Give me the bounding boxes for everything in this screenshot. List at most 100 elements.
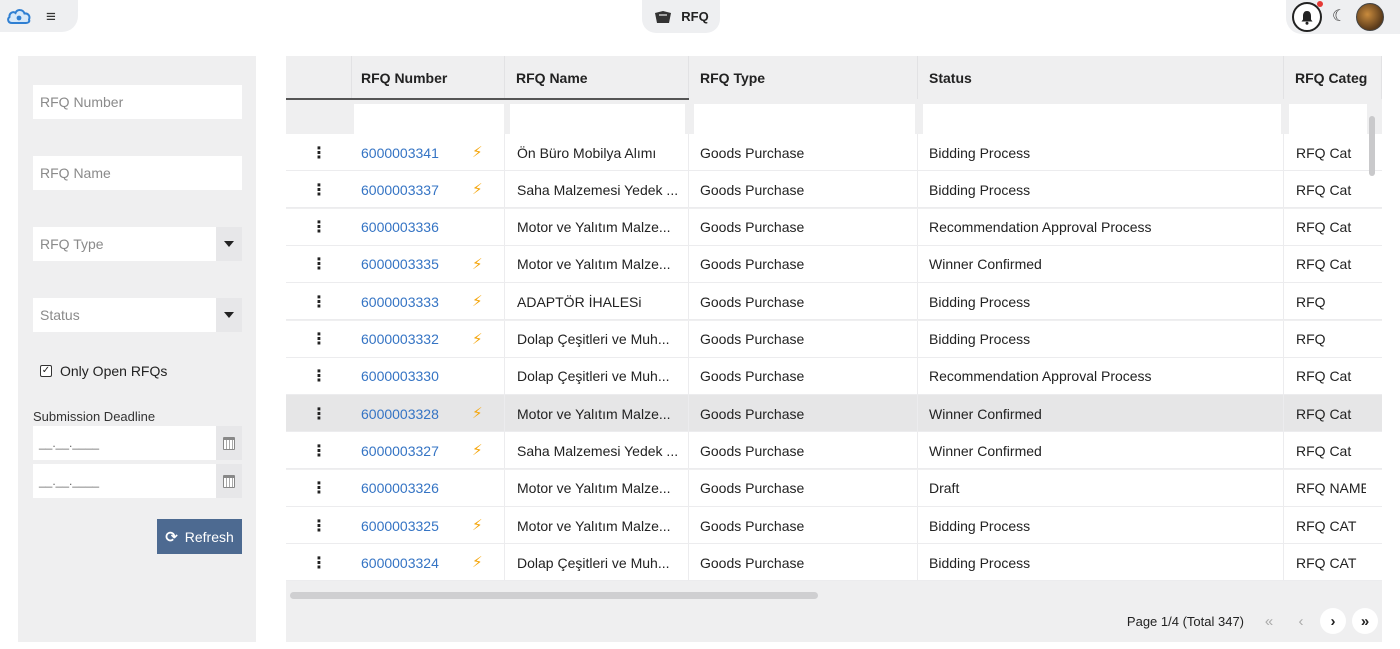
status-placeholder: Status [40,307,80,323]
rfq-category-column-filter[interactable] [1289,104,1367,138]
column-header-rfq-name[interactable]: RFQ Name [507,56,689,99]
column-header-rfq-type[interactable]: RFQ Type [691,56,918,99]
chevron-right-icon[interactable]: › [1320,608,1346,634]
lightning-bolt-icon: ⚡ [472,255,483,273]
status-dropdown-button[interactable] [216,298,242,332]
table-row[interactable]: ⋮ 6000003332 ⚡ Dolap Çeşitleri ve Muh... Goo… [286,320,1382,358]
row-actions-kebab-icon[interactable]: ⋮ [303,507,335,544]
status-cell: Recommendation Approval Process [920,357,1284,395]
calendar-button[interactable] [216,464,242,498]
status-select[interactable]: Status [33,298,242,332]
row-actions-kebab-icon[interactable]: ⋮ [303,470,335,507]
rfq-type-cell: Goods Purchase [691,469,918,507]
top-left-controls: ≡ [0,0,78,32]
row-actions-kebab-icon[interactable]: ⋮ [303,246,335,283]
rfq-number-link[interactable]: 6000003325 [361,518,439,534]
rfq-number-input[interactable]: RFQ Number [33,85,242,119]
rfq-number-column-filter[interactable] [354,104,504,138]
rfq-number-link[interactable]: 6000003336 [361,219,439,235]
row-actions-kebab-icon[interactable]: ⋮ [303,358,335,395]
vertical-scrollbar-thumb[interactable] [1369,116,1375,176]
rfq-type-column-filter[interactable] [694,104,915,138]
rfq-type-cell: Goods Purchase [691,134,918,171]
rfq-type-cell: Goods Purchase [691,395,918,433]
vertical-scrollbar[interactable] [1367,116,1377,576]
table-row[interactable]: ⋮ 6000003325 ⚡ Motor ve Yalıtım Malze... Goo… [286,507,1382,544]
rfq-number-link[interactable]: 6000003335 [361,256,439,272]
table-row[interactable]: ⋮ 6000003327 ⚡ Saha Malzemesi Yedek ... Good… [286,432,1382,470]
rfq-name-cell: Motor ve Yalıtım Malze... [507,208,689,246]
checkbox-checked-icon[interactable]: ✓ [40,365,52,377]
deadline-start-date-input[interactable]: __.__.____ [33,426,242,460]
avatar[interactable] [1356,3,1385,31]
table-row[interactable]: ⋮ 6000003326 Motor ve Yalıtım Malze... Good… [286,469,1382,507]
rfq-number-link[interactable]: 6000003327 [361,443,439,459]
lightning-bolt-icon: ⚡ [472,144,483,161]
rfq-number-link[interactable]: 6000003341 [361,145,439,161]
rfq-type-select[interactable]: RFQ Type [33,227,242,261]
rfq-category-cell: RFQ [1296,293,1326,310]
top-right-controls: ☾ [1286,0,1400,34]
table-row[interactable]: ⋮ 6000003330 Dolap Çeşitleri ve Muh... Good… [286,357,1382,395]
rfq-category-cell: RFQ Cat [1296,442,1352,459]
lightning-bolt-icon: ⚡ [472,181,483,199]
rfq-category-cell: RFQ Cat [1296,144,1352,161]
hamburger-menu-icon[interactable]: ≡ [46,8,56,25]
rfq-number-link[interactable]: 6000003330 [361,368,439,384]
rfq-category-cell: RFQ Cat [1296,219,1352,236]
rfq-name-cell: Motor ve Yalıtım Malze... [507,395,689,433]
row-actions-kebab-icon[interactable]: ⋮ [303,171,335,208]
row-actions-kebab-icon[interactable]: ⋮ [303,134,335,171]
column-header-status[interactable]: Status [920,56,1284,99]
column-header-rfq-number[interactable]: RFQ Number [352,56,505,99]
notifications-button[interactable] [1292,1,1323,32]
double-chevron-right-icon[interactable]: » [1352,608,1378,634]
row-actions-kebab-icon[interactable]: ⋮ [303,283,335,320]
only-open-rfqs-toggle[interactable]: ✓ Only Open RFQs [40,363,167,379]
double-chevron-left-icon[interactable]: « [1256,608,1282,634]
rfq-type-dropdown-button[interactable] [216,227,242,261]
row-actions-kebab-icon[interactable]: ⋮ [303,432,335,469]
row-actions-kebab-icon[interactable]: ⋮ [303,544,335,581]
status-cell: Bidding Process [920,283,1284,321]
status-cell: Bidding Process [920,320,1284,358]
chevron-left-icon[interactable]: ‹ [1288,608,1314,634]
filter-panel: RFQ Number RFQ Name RFQ Type Status ✓ On… [18,56,256,642]
column-header-rfq-category[interactable]: RFQ Categ [1286,56,1382,99]
table-row[interactable]: ⋮ 6000003333 ⚡ ADAPTÖR İHALESi Goods Purchas… [286,283,1382,321]
status-cell: Winner Confirmed [920,432,1284,470]
row-actions-kebab-icon[interactable]: ⋮ [303,395,335,432]
rfq-name-cell: Saha Malzemesi Yedek ... [507,432,689,470]
top-bar: ≡ RFQ ☾ [0,0,1400,34]
rfq-number-cell: 6000003335 ⚡ [352,245,505,283]
rfq-number-link[interactable]: 6000003332 [361,331,439,347]
rfq-number-link[interactable]: 6000003324 [361,555,439,571]
submission-deadline-label: Submission Deadline [33,409,156,424]
calendar-button[interactable] [216,426,242,460]
table-row[interactable]: ⋮ 6000003341 ⚡ Ön Büro Mobilya Alımı Goods P… [286,134,1382,171]
rfq-name-column-filter[interactable] [510,104,685,138]
rfq-number-link[interactable]: 6000003326 [361,480,439,496]
table-row[interactable]: ⋮ 6000003335 ⚡ Motor ve Yalıtım Malze... Goo… [286,245,1382,283]
pagination: Page 1/4 (Total 347) « ‹ › » [1127,608,1378,634]
row-actions-kebab-icon[interactable]: ⋮ [303,321,335,358]
horizontal-scrollbar-thumb[interactable] [290,592,818,599]
rfq-name-cell: Motor ve Yalıtım Malze... [507,507,689,544]
rfq-name-input[interactable]: RFQ Name [33,156,242,190]
deadline-end-date-input[interactable]: __.__.____ [33,464,242,498]
moon-icon[interactable]: ☾ [1332,9,1346,25]
lightning-bolt-icon: ⚡ [472,517,483,534]
refresh-button[interactable]: ⟳ Refresh [157,519,242,554]
rfq-number-link[interactable]: 6000003328 [361,406,439,422]
row-actions-kebab-icon[interactable]: ⋮ [303,209,335,246]
rfq-number-link[interactable]: 6000003333 [361,294,439,310]
table-row[interactable]: ⋮ 6000003337 ⚡ Saha Malzemesi Yedek ... Good… [286,171,1382,209]
status-column-filter[interactable] [923,104,1281,138]
rfq-number-link[interactable]: 6000003337 [361,182,439,198]
lightning-bolt-icon: ⚡ [472,330,483,348]
rfq-category-cell: RFQ Cat [1296,181,1352,198]
table-row[interactable]: ⋮ 6000003324 ⚡ Dolap Çeşitleri ve Muh... Goo… [286,544,1382,582]
cloud-logo-icon[interactable] [6,5,32,27]
table-row[interactable]: ⋮ 6000003336 Motor ve Yalıtım Malze... Good… [286,208,1382,246]
table-row[interactable]: ⋮ 6000003328 ⚡ Motor ve Yalıtım Malze... Goo… [286,395,1382,433]
